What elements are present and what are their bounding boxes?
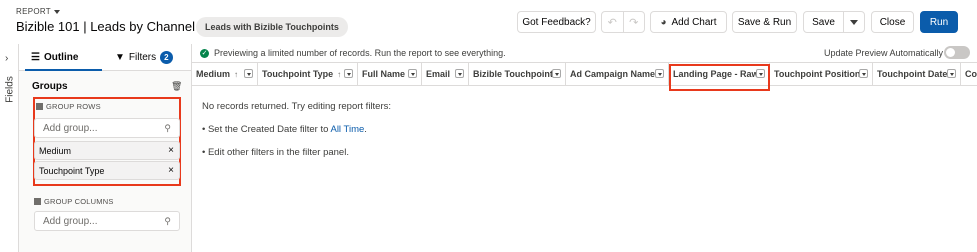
column-header[interactable]: Full Name: [358, 63, 422, 85]
chart-icon: ◕: [660, 16, 667, 28]
rows-icon: [36, 103, 43, 110]
filter-icon: ▼: [115, 51, 125, 63]
filters-count-badge: 2: [160, 50, 173, 64]
list-icon: ☰: [31, 51, 40, 63]
group-columns-heading: GROUP COLUMNS: [34, 197, 114, 206]
sort-up-icon[interactable]: ↑: [337, 70, 341, 79]
group-row-chip[interactable]: Touchpoint Type ×: [34, 161, 180, 180]
no-records-message: No records returned. Try editing report …: [202, 101, 392, 112]
report-title: Bizible 101 | Leads by Channel: [16, 19, 195, 34]
group-columns-label: GROUP COLUMNS: [44, 197, 114, 206]
created-date-hint: • Set the Created Date filter to All Tim…: [202, 124, 367, 135]
tab-outline[interactable]: ☰ Outline: [24, 44, 104, 71]
edit-filters-hint: • Edit other filters in the filter panel…: [202, 147, 349, 158]
column-menu-button[interactable]: [455, 69, 464, 78]
outline-panel: ☰ Outline ▼ Filters 2 Groups 🗑 GROUP ROW…: [19, 44, 192, 252]
feedback-button[interactable]: Got Feedback?: [517, 11, 596, 33]
report-type-label[interactable]: REPORT: [16, 7, 60, 16]
add-group-rows-placeholder: Add group...: [43, 122, 98, 134]
column-header[interactable]: Touchpoint Date: [873, 63, 961, 85]
group-row-chip[interactable]: Medium ×: [34, 141, 180, 160]
landing-page-column-highlight: [669, 64, 770, 91]
report-type-pill: Leads with Bizible Touchpoints: [196, 17, 348, 37]
tab-filters[interactable]: ▼ Filters 2: [115, 44, 173, 70]
redo-icon[interactable]: ↷: [624, 12, 645, 32]
column-header[interactable]: Bizible Touchpoint: [469, 63, 566, 85]
close-icon[interactable]: ×: [168, 145, 174, 156]
column-menu-button[interactable]: [859, 69, 868, 78]
trash-icon[interactable]: 🗑: [171, 81, 182, 92]
report-header: REPORT Bizible 101 | Leads by Channel ✎ …: [0, 0, 977, 45]
add-chart-button[interactable]: ◕ Add Chart: [650, 11, 727, 33]
column-menu-button[interactable]: [947, 69, 956, 78]
run-button[interactable]: Run: [920, 11, 958, 33]
check-icon: ✓: [200, 48, 209, 58]
panel-tabs: ☰ Outline ▼ Filters 2: [19, 44, 191, 71]
column-header[interactable]: Medium ↑: [192, 63, 258, 85]
column-header-label: Medium: [196, 69, 231, 79]
hint-suffix: .: [364, 124, 367, 135]
fields-panel-toggle[interactable]: › Fields: [0, 44, 19, 252]
save-button-group: Save: [803, 11, 865, 33]
close-icon[interactable]: ×: [168, 165, 174, 176]
column-header-label: Touchpoint Position: [774, 69, 861, 79]
column-header-label: Full Name: [362, 69, 406, 79]
sort-up-icon[interactable]: ↑: [234, 70, 238, 79]
add-group-columns-input[interactable]: Add group... ⚲: [34, 211, 180, 231]
fields-label: Fields: [4, 76, 16, 103]
chevron-right-icon: ›: [5, 53, 9, 64]
column-header[interactable]: Co: [961, 63, 977, 85]
add-group-rows-input[interactable]: Add group... ⚲: [34, 118, 180, 138]
tab-outline-label: Outline: [43, 51, 79, 63]
chevron-down-icon: [850, 19, 858, 25]
report-preview: ✓ Previewing a limited number of records…: [192, 44, 977, 252]
close-button[interactable]: Close: [871, 11, 914, 33]
column-header-label: Email: [426, 69, 451, 79]
save-and-run-button[interactable]: Save & Run: [732, 11, 797, 33]
chevron-down-icon[interactable]: [54, 9, 60, 14]
preview-notice-text: Previewing a limited number of records. …: [214, 48, 506, 58]
group-row-label: Touchpoint Type: [39, 165, 105, 176]
undo-icon[interactable]: ↶: [602, 12, 624, 32]
column-menu-button[interactable]: [655, 69, 664, 78]
group-row-label: Medium: [39, 145, 72, 156]
add-group-columns-placeholder: Add group...: [43, 215, 98, 227]
groups-heading: Groups: [32, 81, 68, 92]
column-menu-button[interactable]: [344, 69, 353, 78]
report-label-text: REPORT: [16, 7, 51, 16]
group-rows-label: GROUP ROWS: [46, 102, 101, 111]
column-header[interactable]: Touchpoint Type ↑: [258, 63, 358, 85]
search-icon: ⚲: [164, 123, 171, 133]
tab-filters-label: Filters: [128, 51, 157, 63]
undo-redo-group: ↶ ↷: [601, 11, 645, 33]
column-header-label: Touchpoint Type: [262, 69, 334, 79]
column-header[interactable]: Email: [422, 63, 469, 85]
column-header-label: Ad Campaign Name: [570, 69, 656, 79]
column-header-label: Touchpoint Date: [877, 69, 948, 79]
update-preview-label: Update Preview Automatically: [824, 48, 944, 58]
save-menu-button[interactable]: [844, 12, 864, 32]
all-time-link[interactable]: All Time: [330, 124, 364, 135]
page-title: Bizible 101 | Leads by Channel ✎: [16, 19, 209, 34]
column-menu-button[interactable]: [552, 69, 561, 78]
search-icon: ⚲: [164, 216, 171, 226]
columns-icon: [34, 198, 41, 205]
column-header[interactable]: Ad Campaign Name: [566, 63, 669, 85]
update-preview-toggle[interactable]: [944, 46, 970, 59]
hint-prefix: • Set the Created Date filter to: [202, 124, 331, 135]
column-header-label: Bizible Touchpoint: [473, 69, 553, 79]
group-rows-heading: GROUP ROWS: [36, 102, 101, 111]
add-chart-label: Add Chart: [671, 16, 717, 28]
column-header[interactable]: Touchpoint Position: [770, 63, 873, 85]
column-header-label: Co: [965, 69, 977, 79]
column-menu-button[interactable]: [244, 69, 253, 78]
column-header-row: Medium ↑ Touchpoint Type ↑ Full Name Ema…: [192, 63, 977, 86]
column-menu-button[interactable]: [408, 69, 417, 78]
save-button[interactable]: Save: [804, 12, 844, 32]
